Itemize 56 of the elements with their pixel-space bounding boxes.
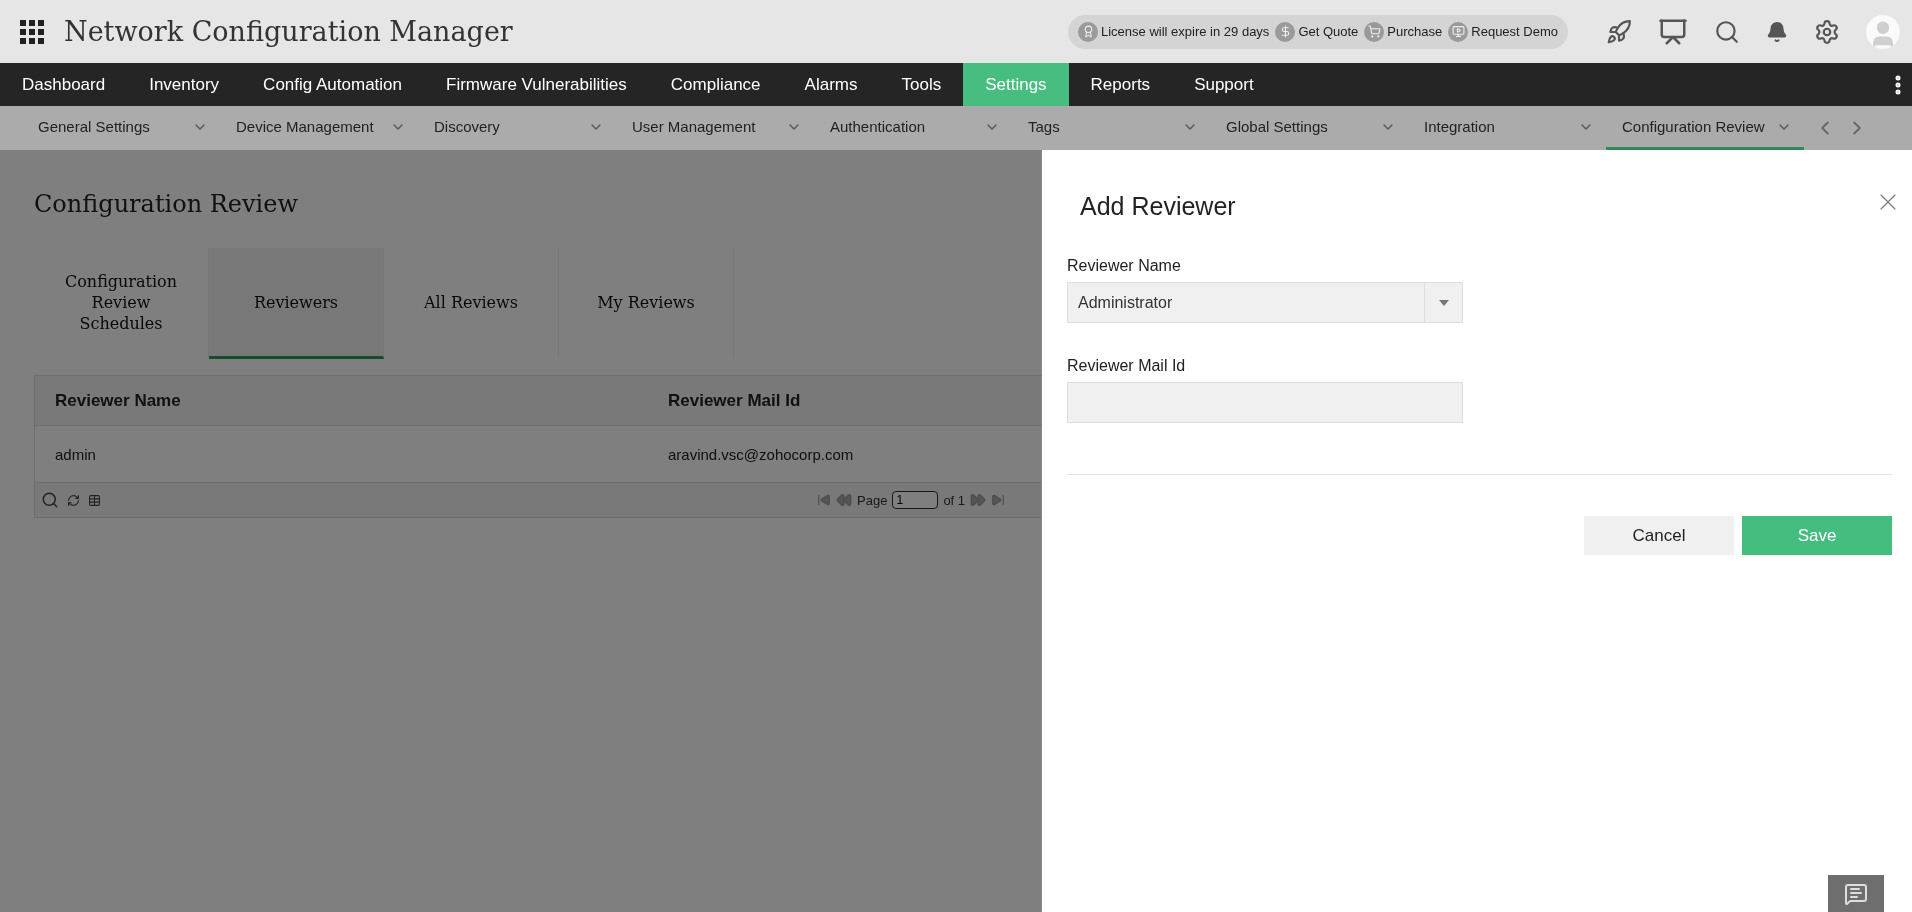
table-icon[interactable]: [88, 493, 101, 507]
cart-icon: [1364, 21, 1385, 42]
search-icon[interactable]: [1714, 18, 1740, 45]
search-icon[interactable]: [41, 491, 59, 509]
cancel-button[interactable]: Cancel: [1584, 516, 1734, 555]
subnav-tab[interactable]: Discovery: [418, 106, 616, 150]
previous-page-icon[interactable]: [836, 492, 852, 508]
nav-tab[interactable]: Reports: [1068, 63, 1173, 106]
caret-icon: [1438, 299, 1449, 306]
nav-tab[interactable]: Alarms: [782, 63, 880, 106]
input-field[interactable]: [1067, 382, 1463, 423]
page-title: Configuration Review: [34, 190, 298, 218]
award-icon: [1078, 21, 1098, 42]
nav-tab[interactable]: Dashboard: [0, 63, 128, 106]
subnav-tab[interactable]: Global Settings: [1210, 106, 1408, 150]
subnav-tab[interactable]: Authentication: [814, 106, 1012, 150]
subnav-tab[interactable]: Integration: [1408, 106, 1606, 150]
play-screen-icon: [1448, 21, 1469, 42]
page-count: of 1: [943, 492, 966, 508]
nav-tab[interactable]: Firmware Vulnerabilities: [424, 63, 649, 106]
license-bar-link[interactable]: License will expire in 29 days: [1078, 21, 1270, 42]
last-page-icon[interactable]: [991, 493, 1006, 507]
table-cell-text: admin: [54, 445, 97, 463]
nav-tab[interactable]: Support: [1172, 63, 1276, 106]
column-header: Reviewer Mail Id: [667, 390, 802, 411]
bell-icon[interactable]: [1766, 20, 1788, 43]
subnav-tab[interactable]: User Management: [616, 106, 814, 150]
license-bar-link[interactable]: Request Demo: [1448, 21, 1558, 42]
page-tab[interactable]: Reviewers: [209, 248, 384, 359]
dollar-icon: [1275, 21, 1296, 42]
feedback-button[interactable]: [1828, 875, 1884, 912]
nav-tab[interactable]: Inventory: [127, 63, 242, 106]
nav-tab[interactable]: Tools: [879, 63, 964, 106]
drawer-title: Add Reviewer: [1080, 192, 1236, 221]
field-label: Reviewer Name: [1067, 257, 1182, 275]
app-title: Network Configuration Manager: [64, 16, 513, 47]
field-label: Reviewer Mail Id: [1067, 357, 1187, 375]
page-label: Page: [857, 492, 888, 508]
refresh-icon[interactable]: [67, 493, 80, 507]
table-cell-text: aravind.vsc@zohocorp.com: [667, 445, 855, 463]
subnav-tab[interactable]: Tags: [1012, 106, 1210, 150]
page-input[interactable]: 1: [892, 491, 939, 509]
license-bar-link[interactable]: Purchase: [1364, 21, 1443, 42]
next-page-icon[interactable]: [970, 492, 987, 508]
subnav-tab[interactable]: General Settings: [22, 106, 220, 150]
nav-tab[interactable]: Config Automation: [241, 63, 425, 106]
nav-tab[interactable]: Compliance: [648, 63, 783, 106]
column-header: Reviewer Name: [54, 390, 182, 411]
settings-icon[interactable]: [1814, 18, 1840, 45]
reviewer-select[interactable]: Administrator: [1067, 282, 1463, 323]
subnav-tab[interactable]: Device Management: [220, 106, 418, 150]
chat-icon: [1844, 881, 1868, 906]
license-bar-link[interactable]: Get Quote: [1275, 21, 1359, 42]
first-page-icon[interactable]: [817, 493, 831, 507]
rocket-icon[interactable]: [1606, 18, 1632, 45]
app-grid-icon[interactable]: [20, 19, 44, 44]
